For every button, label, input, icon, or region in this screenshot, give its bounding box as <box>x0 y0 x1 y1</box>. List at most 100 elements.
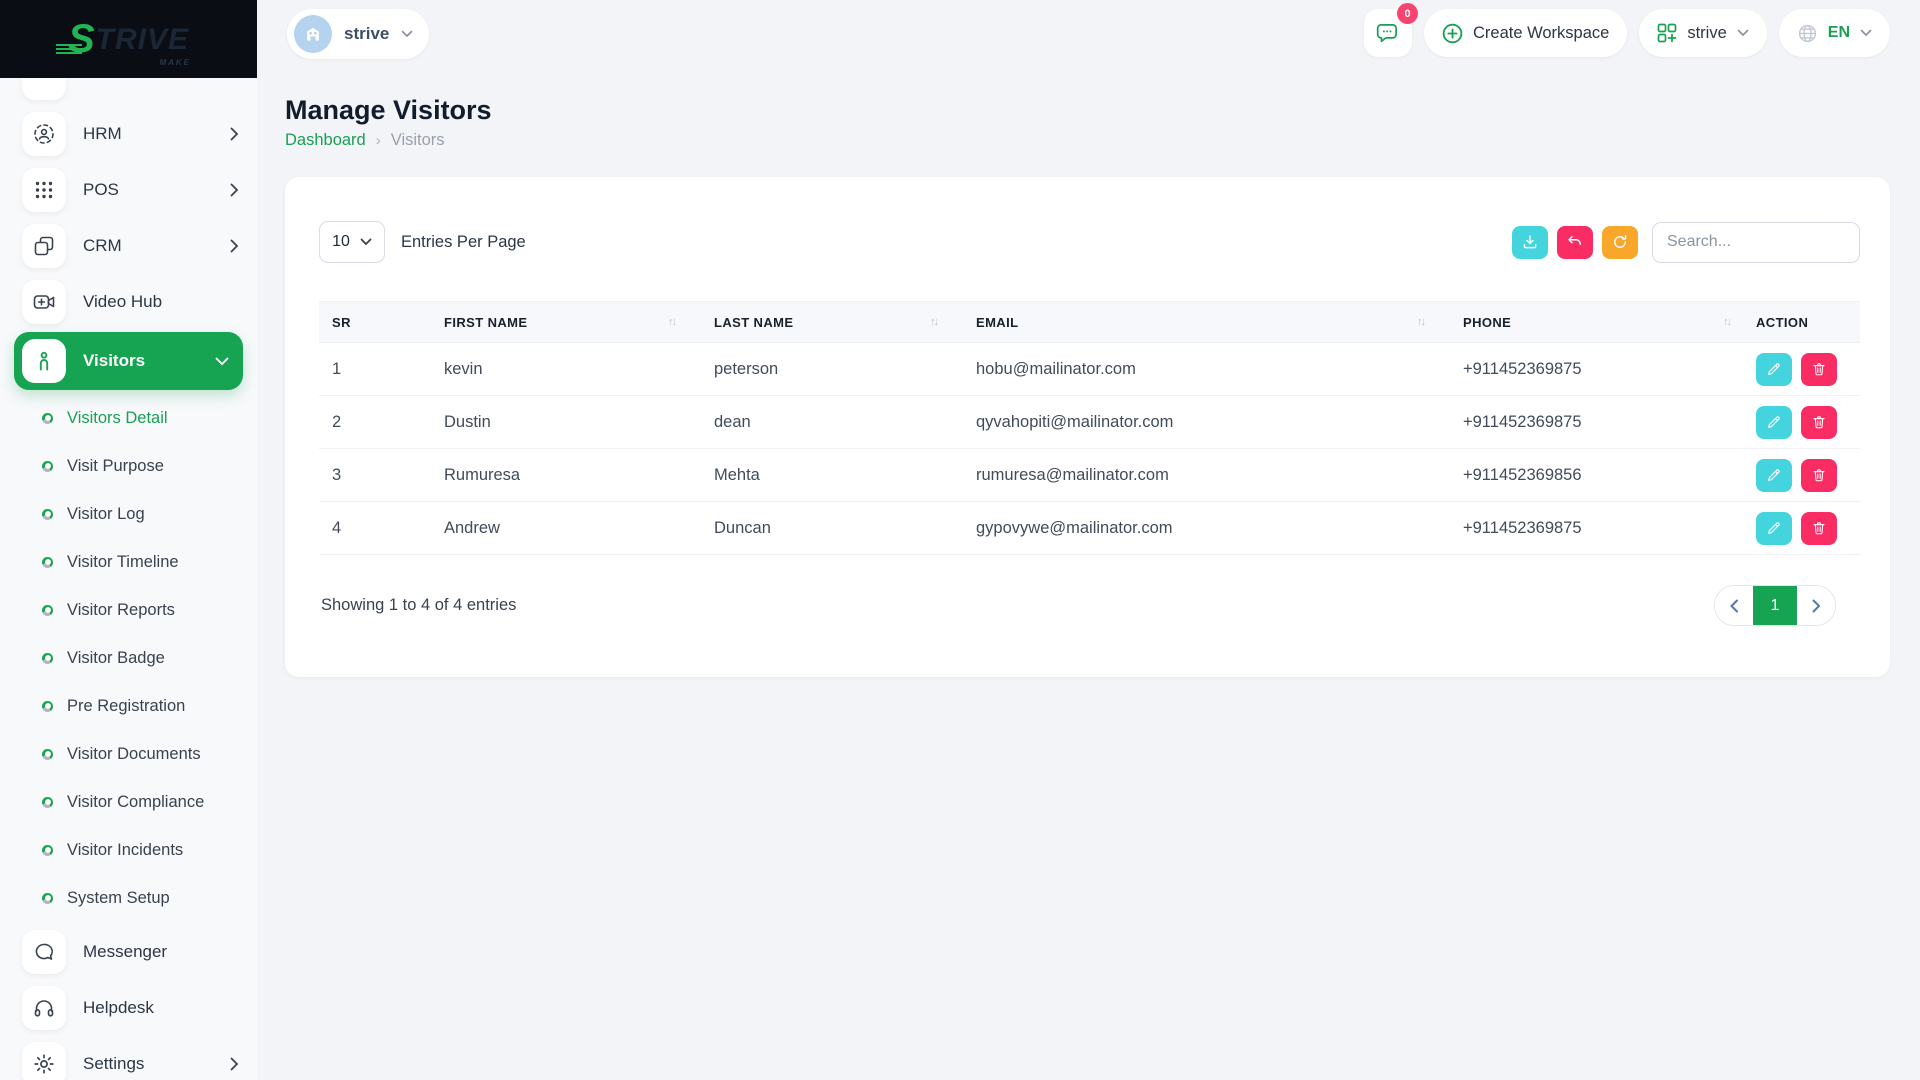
submenu-pre-registration[interactable]: Pre Registration <box>10 682 247 730</box>
cell-last-name: peterson <box>701 360 963 379</box>
chat-badge: 0 <box>1397 3 1418 24</box>
cell-first-name: Dustin <box>431 413 701 432</box>
logo-text: TRIVE <box>96 24 189 56</box>
workspace-selector[interactable]: strive <box>287 9 429 59</box>
entries-per-page-select[interactable]: 10 <box>319 221 385 263</box>
sidebar-item-pos[interactable]: POS <box>10 162 247 218</box>
cell-sr: 4 <box>319 519 431 538</box>
pagination-next-button[interactable] <box>1797 586 1835 625</box>
breadcrumb-dashboard-link[interactable]: Dashboard <box>285 131 366 150</box>
submenu-bullet-icon <box>42 461 53 472</box>
logo[interactable]: S TRIVE MAKE <box>0 0 257 78</box>
pagination: 1 <box>1714 585 1836 626</box>
cell-phone: +911452369875 <box>1450 519 1756 538</box>
delete-button[interactable] <box>1801 353 1837 386</box>
undo-button[interactable] <box>1557 226 1593 259</box>
submenu-bullet-icon <box>42 797 53 808</box>
sidebar-item-helpdesk[interactable]: Helpdesk <box>10 980 247 1036</box>
sort-icon: ↑↓ <box>1723 316 1730 328</box>
sidebar-item-video-hub[interactable]: Video Hub <box>10 274 247 330</box>
entries-summary: Showing 1 to 4 of 4 entries <box>319 596 516 615</box>
sidebar-item-messenger[interactable]: Messenger <box>10 924 247 980</box>
submenu-visitor-log[interactable]: Visitor Log <box>10 490 247 538</box>
refresh-button[interactable] <box>1602 226 1638 259</box>
sidebar: S TRIVE MAKE HRM <box>0 0 257 1080</box>
column-header-first-name[interactable]: FIRST NAME↑↓ <box>431 315 701 330</box>
edit-button[interactable] <box>1756 459 1792 492</box>
sidebar-item-partial[interactable] <box>22 78 66 100</box>
submenu-visitor-documents[interactable]: Visitor Documents <box>10 730 247 778</box>
workspace-name: strive <box>344 24 389 44</box>
search-input[interactable] <box>1652 222 1860 263</box>
helpdesk-icon <box>22 986 66 1030</box>
globe-icon <box>1797 23 1818 44</box>
page-title: Manage Visitors <box>285 95 492 126</box>
breadcrumb: Dashboard › Visitors <box>285 131 445 150</box>
chevron-right-icon <box>1812 599 1821 613</box>
table-toolbar: 10 Entries Per Page <box>319 221 1860 263</box>
workspace-dropdown[interactable]: strive <box>1639 9 1766 57</box>
trash-icon <box>1811 467 1827 483</box>
create-workspace-button[interactable]: Create Workspace <box>1424 9 1627 57</box>
submenu-visitor-reports[interactable]: Visitor Reports <box>10 586 247 634</box>
cell-sr: 1 <box>319 360 431 379</box>
export-button[interactable] <box>1512 226 1548 259</box>
edit-button[interactable] <box>1756 512 1792 545</box>
crm-icon <box>22 224 66 268</box>
column-header-last-name[interactable]: LAST NAME↑↓ <box>701 315 963 330</box>
column-header-email[interactable]: EMAIL↑↓ <box>963 315 1450 330</box>
cell-last-name: dean <box>701 413 963 432</box>
table-header-row: SR FIRST NAME↑↓ LAST NAME↑↓ EMAIL↑↓ PHON… <box>319 301 1860 343</box>
submenu-visitors-detail[interactable]: Visitors Detail <box>10 394 247 442</box>
cell-first-name: Rumuresa <box>431 466 701 485</box>
chevron-right-icon <box>230 127 239 141</box>
chat-button[interactable]: 0 <box>1364 9 1412 57</box>
chevron-down-icon <box>360 238 372 246</box>
pencil-icon <box>1766 414 1782 430</box>
submenu-bullet-icon <box>42 605 53 616</box>
cell-first-name: kevin <box>431 360 701 379</box>
pagination-page-1[interactable]: 1 <box>1753 586 1797 625</box>
edit-button[interactable] <box>1756 353 1792 386</box>
sidebar-item-crm[interactable]: CRM <box>10 218 247 274</box>
delete-button[interactable] <box>1801 459 1837 492</box>
submenu-bullet-icon <box>42 413 53 424</box>
entries-value: 10 <box>332 233 350 251</box>
visitors-card: 10 Entries Per Page <box>285 177 1890 677</box>
submenu-visitor-incidents[interactable]: Visitor Incidents <box>10 826 247 874</box>
entries-per-page-label: Entries Per Page <box>401 233 526 252</box>
sort-icon: ↑↓ <box>1417 316 1424 328</box>
delete-button[interactable] <box>1801 512 1837 545</box>
cell-actions <box>1756 406 1860 439</box>
sidebar-item-settings[interactable]: Settings <box>10 1036 247 1080</box>
submenu-visit-purpose[interactable]: Visit Purpose <box>10 442 247 490</box>
submenu-visitor-timeline[interactable]: Visitor Timeline <box>10 538 247 586</box>
logo-speed-lines <box>56 44 82 54</box>
sort-icon: ↑↓ <box>930 316 937 328</box>
submenu-system-setup[interactable]: System Setup <box>10 874 247 922</box>
submenu-bullet-icon <box>42 653 53 664</box>
chevron-down-icon <box>1737 29 1749 37</box>
sidebar-item-hrm[interactable]: HRM <box>10 106 247 162</box>
topbar-actions: 0 Create Workspace strive <box>1364 9 1890 57</box>
sidebar-item-visitors[interactable]: Visitors <box>14 332 243 390</box>
logo-subtext: MAKE <box>159 58 191 67</box>
delete-button[interactable] <box>1801 406 1837 439</box>
plus-circle-icon <box>1442 23 1463 44</box>
submenu-bullet-icon <box>42 845 53 856</box>
cell-actions <box>1756 512 1860 545</box>
language-dropdown[interactable]: EN <box>1779 9 1890 57</box>
submenu-visitor-badge[interactable]: Visitor Badge <box>10 634 247 682</box>
table-row: 1 kevin peterson hobu@mailinator.com +91… <box>319 343 1860 396</box>
pagination-prev-button[interactable] <box>1715 586 1753 625</box>
sort-icon: ↑↓ <box>668 316 675 328</box>
chevron-down-icon <box>401 30 413 38</box>
cell-phone: +911452369875 <box>1450 360 1756 379</box>
edit-button[interactable] <box>1756 406 1792 439</box>
cell-last-name: Mehta <box>701 466 963 485</box>
video-hub-icon <box>22 280 66 324</box>
hrm-icon <box>22 112 66 156</box>
column-header-phone[interactable]: PHONE↑↓ <box>1450 315 1756 330</box>
visitors-submenu: Visitors Detail Visit Purpose Visitor Lo… <box>10 392 247 924</box>
submenu-visitor-compliance[interactable]: Visitor Compliance <box>10 778 247 826</box>
